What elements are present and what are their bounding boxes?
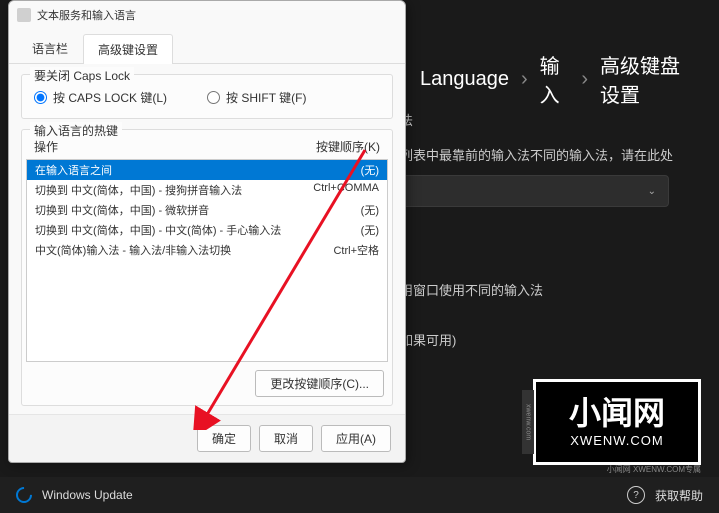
hotkey-row[interactable]: 切换到 中文(简体，中国) - 微软拼音 (无): [27, 200, 387, 220]
dialog-icon: [17, 8, 31, 22]
radio-shift-label: 按 SHIFT 键(F): [226, 89, 306, 106]
breadcrumb-language[interactable]: Language: [420, 68, 509, 91]
hotkey-row[interactable]: 在输入语言之间 (无): [27, 160, 387, 180]
watermark-cn: 小闻网: [569, 397, 665, 429]
tab-advanced-keys[interactable]: 高级键设置: [83, 34, 173, 64]
bg-desc-window: 用窗口使用不同的输入法: [400, 280, 679, 299]
watermark-en: XWENW.COM: [570, 433, 664, 448]
cancel-button[interactable]: 取消: [259, 425, 313, 452]
help-icon: ?: [627, 486, 645, 504]
breadcrumb-sep-1: ›: [521, 68, 528, 91]
windows-update-link[interactable]: Windows Update: [42, 488, 133, 502]
radio-capslock-input[interactable]: [34, 91, 47, 104]
default-ime-dropdown[interactable]: ⌄: [400, 175, 669, 207]
text-services-dialog: 文本服务和输入语言 语言栏 高级键设置 要关闭 Caps Lock 按 CAPS…: [8, 0, 406, 463]
breadcrumb-sep-2: ›: [581, 68, 588, 91]
hotkey-key: (无): [289, 222, 379, 238]
radio-capslock-label: 按 CAPS LOCK 键(L): [53, 89, 167, 106]
radio-shift-input[interactable]: [207, 91, 220, 104]
bg-subtitle: 法: [400, 110, 679, 129]
update-icon: [13, 484, 36, 507]
change-key-sequence-button[interactable]: 更改按键顺序(C)...: [255, 370, 384, 397]
ok-button[interactable]: 确定: [197, 425, 251, 452]
dialog-tabs: 语言栏 高级键设置: [9, 33, 405, 64]
col-key-sequence: 按键顺序(K): [280, 138, 380, 155]
apply-button[interactable]: 应用(A): [321, 425, 391, 452]
hotkey-key: Ctrl+COMMA: [289, 182, 379, 198]
hotkey-op: 中文(简体)输入法 - 输入法/非输入法切换: [35, 242, 289, 258]
watermark-side: xwenw.com: [522, 390, 534, 454]
radio-capslock[interactable]: 按 CAPS LOCK 键(L): [34, 89, 167, 106]
taskbar: Windows Update ? 获取帮助: [0, 477, 719, 513]
capslock-group-title: 要关闭 Caps Lock: [30, 67, 134, 84]
bg-desc-list: 列表中最靠前的输入法不同的输入法，请在此处: [400, 145, 679, 164]
hotkey-op: 切换到 中文(简体，中国) - 微软拼音: [35, 202, 289, 218]
radio-shift[interactable]: 按 SHIFT 键(F): [207, 89, 306, 106]
breadcrumb-input[interactable]: 输入: [540, 50, 570, 108]
col-operation: 操作: [34, 138, 280, 155]
dialog-button-row: 确定 取消 应用(A): [9, 414, 405, 462]
hotkey-row[interactable]: 切换到 中文(简体，中国) - 搜狗拼音输入法 Ctrl+COMMA: [27, 180, 387, 200]
breadcrumb-advanced: 高级键盘设置: [600, 50, 689, 108]
tab-language-bar[interactable]: 语言栏: [17, 33, 83, 63]
hotkey-key: (无): [289, 162, 379, 178]
hotkey-groupbox: 输入语言的热键 操作 按键顺序(K) 在输入语言之间 (无) 切换到 中文(简体…: [21, 129, 393, 406]
hotkey-list[interactable]: 在输入语言之间 (无) 切换到 中文(简体，中国) - 搜狗拼音输入法 Ctrl…: [26, 159, 388, 362]
get-help-link[interactable]: 获取帮助: [655, 487, 703, 504]
hotkey-op: 切换到 中文(简体，中国) - 搜狗拼音输入法: [35, 182, 289, 198]
chevron-down-icon: ⌄: [648, 186, 656, 197]
dialog-titlebar[interactable]: 文本服务和输入语言: [9, 1, 405, 29]
capslock-groupbox: 要关闭 Caps Lock 按 CAPS LOCK 键(L) 按 SHIFT 键…: [21, 74, 393, 119]
hotkey-row[interactable]: 中文(简体)输入法 - 输入法/非输入法切换 Ctrl+空格: [27, 240, 387, 260]
hotkey-key: (无): [289, 202, 379, 218]
bg-desc-available: 如果可用): [400, 330, 679, 349]
hotkey-op: 切换到 中文(简体，中国) - 中文(简体) - 手心输入法: [35, 222, 289, 238]
dialog-title: 文本服务和输入语言: [37, 7, 136, 23]
watermark: xwenw.com 小闻网 XWENW.COM: [533, 379, 701, 465]
watermark-credit: 小闻网 XWENW.COM专属: [607, 464, 701, 475]
hotkey-row[interactable]: 切换到 中文(简体，中国) - 中文(简体) - 手心输入法 (无): [27, 220, 387, 240]
hotkey-group-title: 输入语言的热键: [30, 122, 122, 139]
hotkey-op: 在输入语言之间: [35, 162, 289, 178]
breadcrumb: Language › 输入 › 高级键盘设置: [420, 50, 689, 108]
hotkey-key: Ctrl+空格: [289, 242, 379, 258]
